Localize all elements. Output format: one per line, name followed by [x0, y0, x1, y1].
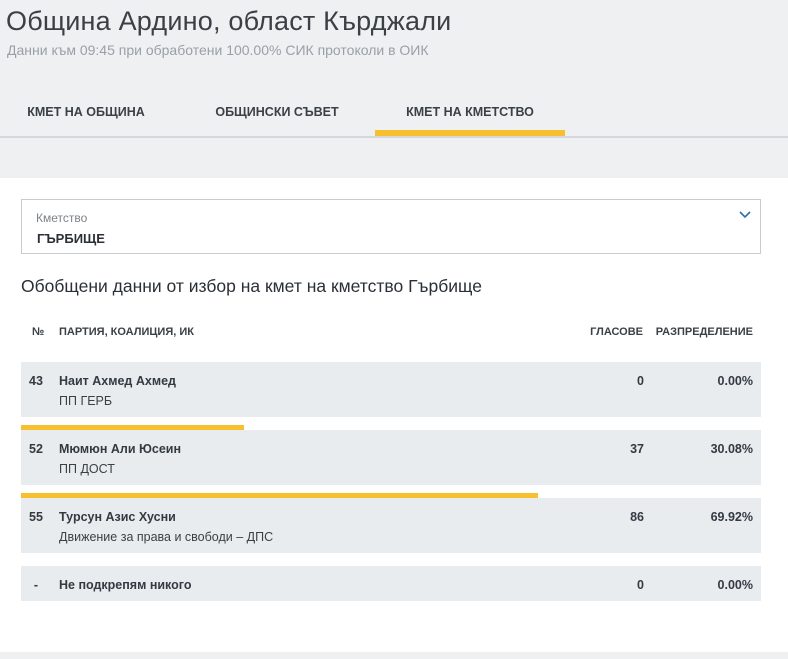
candidate-number: -	[33, 578, 39, 592]
candidate-votes: 0	[637, 578, 644, 592]
table-row: 52 Мюмюн Али Юсеин ПП ДОСТ 37 30.08%	[21, 430, 761, 485]
mayoralty-select[interactable]: Кметство ГЪРБИЩЕ	[21, 199, 761, 254]
candidate-number: 52	[29, 442, 43, 456]
page-title: Община Ардино, област Кърджали	[6, 6, 452, 36]
candidate-party: ПП ГЕРБ	[59, 394, 113, 408]
candidate-name: Не подкрепям никого	[59, 578, 192, 592]
candidate-number: 43	[29, 374, 43, 388]
column-header-distribution: РАЗПРЕДЕЛЕНИЕ	[655, 326, 753, 338]
table-row: 55 Турсун Азис Хусни Движение за права и…	[21, 498, 761, 553]
candidate-party: ПП ДОСТ	[59, 462, 115, 476]
candidate-votes: 86	[630, 510, 644, 524]
candidate-number: 55	[29, 510, 43, 524]
column-header-votes: ГЛАСОВЕ	[590, 326, 643, 338]
candidate-name: Наит Ахмед Ахмед	[59, 374, 176, 388]
candidate-name: Турсун Азис Хусни	[59, 510, 176, 524]
candidate-percentage: 69.92%	[710, 510, 753, 524]
column-header-party: ПАРТИЯ, КОАЛИЦИЯ, ИК	[59, 326, 194, 338]
candidate-percentage: 30.08%	[710, 442, 753, 456]
candidate-percentage: 0.00%	[717, 374, 753, 388]
candidate-percentage: 0.00%	[717, 578, 753, 592]
section-title: Обобщени данни от избор на кмет на кметс…	[21, 276, 482, 296]
candidate-party: Движение за права и свободи – ДПС	[59, 530, 274, 544]
tab-bar: КМЕТ НА ОБЩИНА ОБЩИНСКИ СЪВЕТ КМЕТ НА КМ…	[0, 92, 788, 138]
candidate-name: Мюмюн Али Юсеин	[59, 442, 182, 456]
tab-municipal-council[interactable]: ОБЩИНСКИ СЪВЕТ	[190, 92, 364, 136]
candidate-votes: 37	[630, 442, 644, 456]
candidate-votes: 0	[637, 374, 644, 388]
table-row: 43 Наит Ахмед Ахмед ПП ГЕРБ 0 0.00%	[21, 362, 761, 417]
table-row: - Не подкрепям никого 0 0.00%	[21, 566, 761, 601]
footer-divider	[0, 652, 788, 659]
select-label: Кметство	[36, 211, 88, 225]
page-header: Община Ардино, област Кърджали Данни към…	[0, 0, 788, 178]
column-header-number: №	[32, 326, 45, 338]
tab-mayor-municipality[interactable]: КМЕТ НА ОБЩИНА	[0, 92, 172, 136]
data-status-subtitle: Данни към 09:45 при обработени 100.00% С…	[7, 42, 429, 58]
chevron-down-icon	[739, 211, 751, 219]
select-value: ГЪРБИЩЕ	[37, 231, 105, 246]
tab-mayor-mayoralty[interactable]: КМЕТ НА КМЕТСТВО	[375, 92, 565, 136]
